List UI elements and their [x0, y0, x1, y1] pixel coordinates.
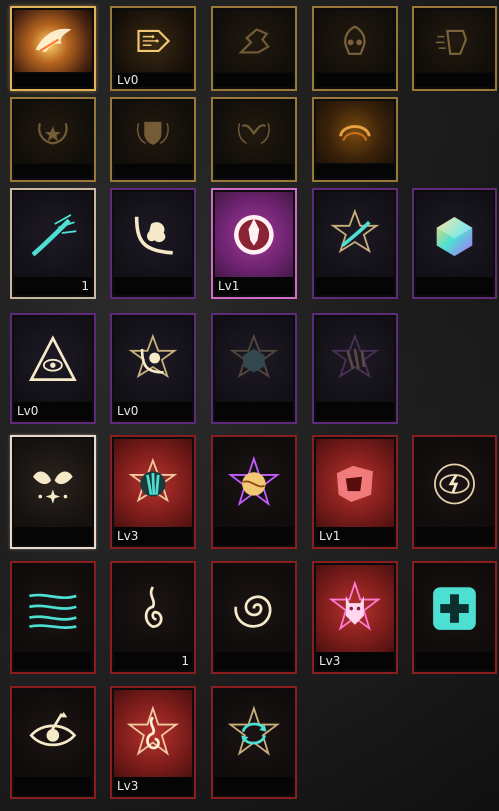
- slot-vortex[interactable]: [211, 561, 297, 674]
- slot-caption: Lv3: [316, 652, 394, 670]
- slot-lightning-eye[interactable]: [412, 435, 497, 549]
- slot-caption: [416, 277, 493, 295]
- horned-crest-icon: [215, 101, 293, 163]
- slot-crumbling-curve[interactable]: [110, 188, 196, 299]
- slot-caption: Lv0: [114, 73, 192, 87]
- slot-heal-cross[interactable]: [412, 561, 497, 674]
- slot-caption: Lv3: [114, 527, 192, 545]
- slot-star-curve-seal[interactable]: Lv0: [110, 313, 196, 424]
- wind-streaks-icon: [14, 565, 92, 653]
- slot-prismatic-cube[interactable]: [412, 188, 497, 299]
- slot-caption: [215, 164, 293, 178]
- slot-star-claw-slash[interactable]: [312, 188, 398, 299]
- slot-crimson-shatter[interactable]: Lv1: [312, 435, 398, 549]
- heal-cross-icon: [416, 565, 493, 653]
- prismatic-cube-icon: [416, 192, 493, 278]
- slot-caption: [114, 164, 192, 178]
- slot-fire-arc-crest[interactable]: [312, 97, 398, 182]
- star-curve-seal-icon: [114, 317, 192, 403]
- slot-caption: Lv1: [215, 277, 293, 295]
- flaming-skull-icon: [316, 10, 394, 72]
- speed-fist-icon: [416, 10, 493, 72]
- flame-wisp-icon: [114, 565, 192, 653]
- slot-shield-crest[interactable]: [110, 97, 196, 182]
- slot-wind-streaks[interactable]: [10, 561, 96, 674]
- slot-caption: [416, 652, 493, 670]
- burning-wing-icon: [14, 10, 92, 72]
- slot-star-orb[interactable]: [211, 435, 297, 549]
- flame-wisp-star-icon: [114, 690, 192, 778]
- slot-caption: [215, 527, 293, 545]
- slot-star-claw-marks[interactable]: [312, 313, 398, 424]
- star-claw-marks-icon: [316, 317, 394, 403]
- circuit-arrow-icon: [114, 10, 192, 72]
- slot-flaming-skull[interactable]: [312, 6, 398, 91]
- slot-pierced-eye[interactable]: [10, 686, 96, 799]
- slot-caption: [215, 73, 293, 87]
- slot-burning-wing[interactable]: [10, 6, 96, 91]
- slot-horned-crest[interactable]: [211, 97, 297, 182]
- pierced-eye-icon: [14, 690, 92, 778]
- slot-flame-wisp[interactable]: 1: [110, 561, 196, 674]
- sparkle-hands-icon: [14, 439, 92, 528]
- slot-caption: [215, 402, 293, 420]
- star-orb-icon: [215, 439, 293, 528]
- slot-caption: [316, 73, 394, 87]
- cycle-arrows-star-icon: [215, 690, 293, 778]
- slot-caption: [316, 277, 394, 295]
- slot-caption: 1: [114, 652, 192, 670]
- teal-claw-star-icon: [114, 439, 192, 528]
- slot-caption: [416, 73, 493, 87]
- lightning-eye-icon: [416, 439, 493, 528]
- all-seeing-pyramid-icon: [14, 317, 92, 403]
- slot-caption: [14, 164, 92, 178]
- slot-caption: [215, 777, 293, 795]
- slot-caption: [316, 164, 394, 178]
- slot-teal-claw-star[interactable]: Lv3: [110, 435, 196, 549]
- slot-star-cube-seal[interactable]: [211, 313, 297, 424]
- slot-circuit-arrow[interactable]: Lv0: [110, 6, 196, 91]
- slot-caption: [114, 277, 192, 295]
- slot-moon-star-crest[interactable]: [10, 97, 96, 182]
- star-cube-seal-icon: [215, 317, 293, 403]
- dragon-artifact-icon: [215, 10, 293, 72]
- shield-crest-icon: [114, 101, 192, 163]
- slot-caption: Lv0: [14, 402, 92, 420]
- fire-arc-crest-icon: [316, 101, 394, 163]
- slot-caption: [416, 527, 493, 545]
- slot-caption: Lv0: [114, 402, 192, 420]
- slot-caption: [14, 73, 92, 87]
- slot-dragon-artifact[interactable]: [211, 6, 297, 91]
- slot-speed-fist[interactable]: [412, 6, 497, 91]
- slot-flame-wisp-star[interactable]: Lv3: [110, 686, 196, 799]
- crumbling-curve-icon: [114, 192, 192, 278]
- slot-shattered-seal[interactable]: Lv1: [211, 188, 297, 299]
- slot-caption: Lv1: [316, 527, 394, 545]
- slot-caption: 1: [14, 277, 92, 295]
- demon-mask-icon: [316, 565, 394, 653]
- slot-caption: [14, 777, 92, 795]
- slot-demon-mask[interactable]: Lv3: [312, 561, 398, 674]
- crimson-shatter-icon: [316, 439, 394, 528]
- slot-caption: [316, 402, 394, 420]
- slot-spirit-claw-slash[interactable]: 1: [10, 188, 96, 299]
- slot-cycle-arrows-star[interactable]: [211, 686, 297, 799]
- slot-caption: [14, 527, 92, 545]
- slot-sparkle-hands[interactable]: [10, 435, 96, 549]
- moon-star-crest-icon: [14, 101, 92, 163]
- slot-caption: [14, 652, 92, 670]
- vortex-icon: [215, 565, 293, 653]
- star-claw-slash-icon: [316, 192, 394, 278]
- slot-caption: Lv3: [114, 777, 192, 795]
- slot-all-seeing-pyramid[interactable]: Lv0: [10, 313, 96, 424]
- spirit-claw-slash-icon: [14, 192, 92, 278]
- shattered-seal-icon: [215, 192, 293, 278]
- slot-caption: [215, 652, 293, 670]
